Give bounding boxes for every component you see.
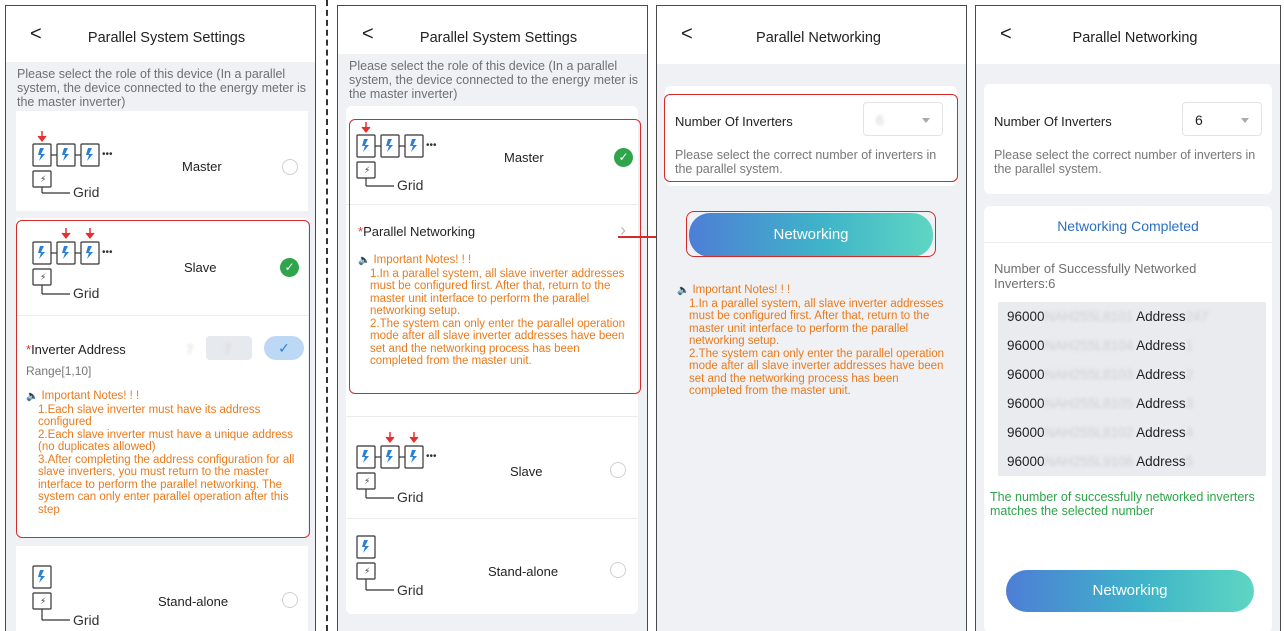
list-item: 96000NAH255L8105 Address3	[1007, 396, 1194, 411]
grid-label: Grid	[397, 489, 423, 504]
role-slave-card[interactable]: ••• ⚡ Grid Slave ✓ *Inverter Address 7 7…	[16, 218, 308, 538]
triple-inverter-grid-icon: ••• ⚡ Grid	[356, 122, 437, 190]
divider	[984, 242, 1272, 243]
grid-label: Grid	[397, 582, 423, 598]
important-notes: 🔈 Important Notes! ! ! 1.In a parallel sy…	[677, 284, 945, 397]
important-notes: 🔈 Important Notes! ! ! 1.Each slave inver…	[26, 390, 295, 516]
role-hint: Please select the role of this device (I…	[17, 67, 307, 109]
parallel-networking-row[interactable]: *Parallel Networking	[358, 224, 475, 239]
divider	[346, 416, 638, 417]
grid-label: Grid	[73, 285, 99, 300]
list-item: 96000NAH255L8104 Address1	[1007, 338, 1194, 353]
chevron-right-icon[interactable]: ›	[620, 220, 626, 241]
inverter-count-select[interactable]: 6	[863, 102, 943, 136]
networking-result-card: Networking Completed Number of Successfu…	[984, 206, 1272, 631]
svg-text:⚡: ⚡	[364, 165, 370, 175]
inverter-count-hint: Please select the correct number of inve…	[994, 148, 1256, 176]
role-standalone-card[interactable]: ⚡ Grid Stand-alone	[16, 546, 308, 631]
single-inverter-grid-icon: ⚡ Grid	[356, 535, 423, 598]
confirm-address-button[interactable]: ✓	[264, 336, 304, 360]
page-title: Parallel Networking	[756, 30, 881, 46]
list-item: 96000NAH255L8103 Address2	[1007, 367, 1194, 382]
svg-text:•••: •••	[426, 451, 437, 462]
svg-text:⚡: ⚡	[364, 566, 370, 576]
divider	[16, 315, 308, 316]
inverter-count-hint: Please select the correct number of inve…	[675, 148, 937, 176]
inverter-count-select[interactable]: 6	[1182, 102, 1262, 136]
dashed-divider	[326, 0, 328, 631]
triple-inverter-grid-icon: ••• ⚡ Grid	[32, 228, 113, 300]
divider	[346, 518, 638, 519]
success-count: Number of Successfully Networked Inverte…	[994, 261, 1197, 291]
grid-label: Grid	[397, 177, 423, 190]
screen-master-setup: < Parallel System Settings Please select…	[337, 5, 648, 631]
address-prefix: 7	[186, 342, 194, 357]
list-item: 96000NAH255L8102 Address4	[1007, 425, 1194, 440]
svg-text:•••: •••	[102, 247, 113, 258]
triple-inverter-grid-icon: ••• ⚡ Grid	[356, 432, 437, 504]
page-title: Parallel System Settings	[87, 30, 246, 46]
address-range: Range[1,10]	[26, 364, 92, 378]
role-master-card[interactable]: ••• ⚡ Grid Master	[16, 111, 308, 211]
networking-button[interactable]: Networking	[689, 213, 933, 257]
svg-text:⚡: ⚡	[40, 272, 46, 282]
role-label: Master	[182, 159, 222, 174]
radio-circle-icon[interactable]	[282, 592, 298, 608]
svg-text:•••: •••	[426, 140, 437, 151]
svg-text:•••: •••	[102, 149, 113, 160]
inverter-count-card: Number Of Inverters 6 Please select the …	[665, 86, 957, 186]
check-circle-icon[interactable]: ✓	[280, 258, 299, 277]
divider	[346, 204, 638, 205]
inverter-count-label: Number Of Inverters	[994, 114, 1112, 129]
triple-inverter-grid-icon: ••• ⚡ Grid	[32, 131, 113, 197]
svg-text:⚡: ⚡	[364, 476, 370, 486]
completed-title: Networking Completed	[1057, 218, 1199, 234]
role-label: Stand-alone	[158, 594, 229, 609]
screen-slave-setup: < Parallel System Settings Please select…	[5, 5, 316, 631]
role-list-card: ••• ⚡ Grid Master ✓ *Parallel Networking…	[346, 106, 638, 614]
speaker-icon: 🔈	[26, 391, 39, 402]
device-list: 96000NAH255L8101 Address247 96000NAH255L…	[998, 302, 1266, 476]
dropdown-caret-icon	[1241, 118, 1249, 123]
radio-circle-icon[interactable]	[610, 462, 626, 478]
header-bar: < Parallel Networking	[657, 6, 966, 64]
svg-text:⚡: ⚡	[40, 596, 46, 606]
header-bar: < Parallel Networking	[976, 6, 1280, 64]
networking-button[interactable]: Networking	[1006, 570, 1254, 612]
role-hint: Please select the role of this device (I…	[349, 59, 639, 101]
grid-label: Grid	[73, 184, 99, 197]
speaker-icon: 🔈	[677, 285, 690, 296]
role-label: Master	[504, 150, 544, 165]
match-message: The number of successfully networked inv…	[990, 490, 1255, 518]
role-label: Stand-alone	[488, 564, 559, 579]
important-notes: 🔈 Important Notes! ! ! 1.In a parallel sy…	[358, 254, 626, 367]
inverter-count-label: Number Of Inverters	[675, 114, 793, 129]
inverter-address-label: *Inverter Address	[26, 342, 126, 357]
radio-circle-icon[interactable]	[282, 159, 298, 175]
inverter-count-card: Number Of Inverters 6 Please select the …	[984, 84, 1272, 194]
dropdown-caret-icon	[922, 118, 930, 123]
page-title: Parallel Networking	[1072, 30, 1198, 46]
speaker-icon: 🔈	[358, 255, 371, 266]
svg-text:⚡: ⚡	[40, 174, 46, 184]
header-bar: < Parallel System Settings	[338, 6, 647, 54]
radio-circle-icon[interactable]	[610, 562, 626, 578]
role-label: Slave	[184, 260, 217, 275]
inverter-address-input[interactable]: 7	[206, 336, 252, 360]
grid-label: Grid	[73, 612, 99, 628]
page-title: Parallel System Settings	[419, 30, 578, 46]
screen-networking-completed: < Parallel Networking Number Of Inverter…	[975, 5, 1281, 631]
single-inverter-grid-icon: ⚡ Grid	[32, 565, 99, 628]
header-bar: < Parallel System Settings	[6, 6, 315, 62]
list-item: 96000NAH255L9106 Address5	[1007, 454, 1194, 469]
list-item: 96000NAH255L8101 Address247	[1007, 309, 1209, 324]
screen-parallel-networking: < Parallel Networking Number Of Inverter…	[656, 5, 967, 631]
role-label: Slave	[510, 464, 543, 479]
check-circle-icon[interactable]: ✓	[614, 148, 633, 167]
